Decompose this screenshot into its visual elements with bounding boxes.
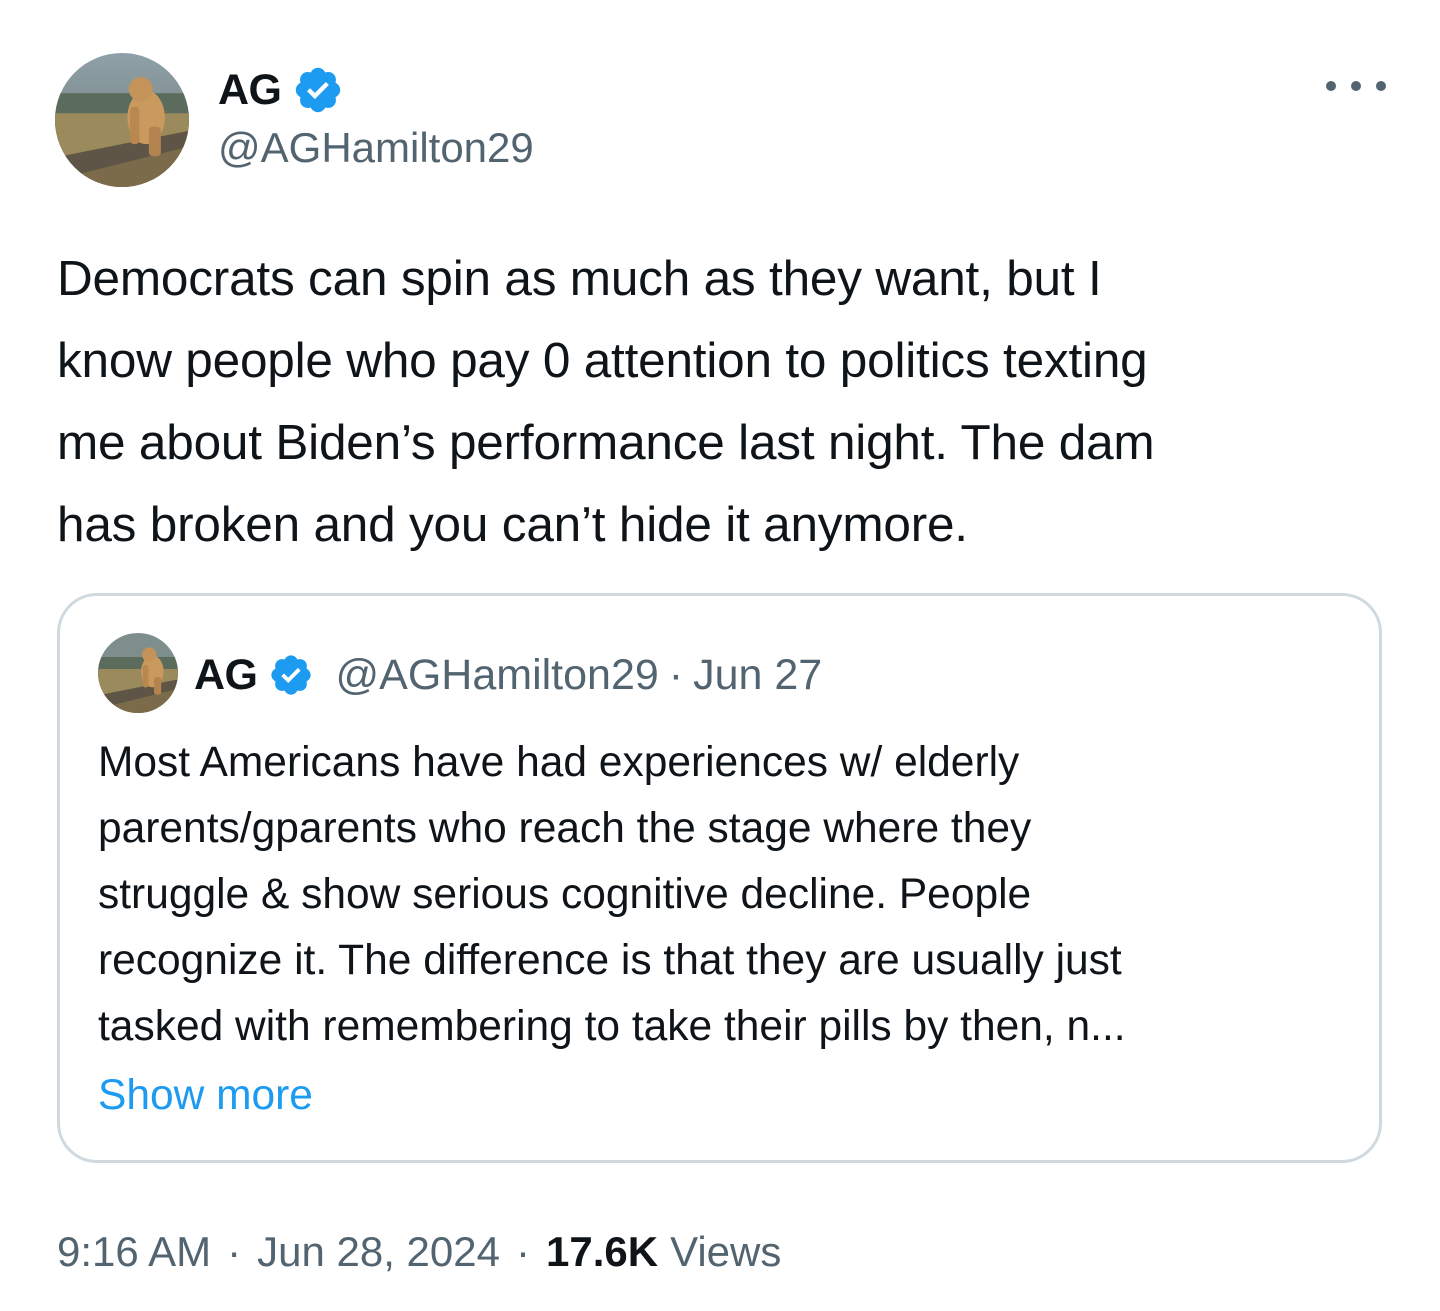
quoted-tweet-text: Most Americans have had experiences w/ e…	[98, 739, 1126, 1050]
author-handle[interactable]: @AGHamilton29	[218, 124, 534, 172]
more-dot	[1351, 81, 1361, 91]
quoted-tweet-header: AG @AGHamilton29 · Jun 27	[194, 646, 822, 704]
views-count[interactable]: 17.6K	[546, 1228, 658, 1276]
quoted-author-display-name[interactable]: AG	[194, 651, 258, 700]
quoted-author-handle[interactable]: @AGHamilton29	[336, 651, 659, 700]
quoted-author-avatar[interactable]	[98, 633, 178, 713]
more-dots-icon[interactable]	[1326, 66, 1386, 106]
author-name-row: AG	[218, 60, 344, 120]
verified-badge-icon[interactable]	[292, 64, 344, 116]
tweet: AG @AGHamilton29 Democrats can spin as m…	[0, 0, 1440, 1311]
tweet-text: Democrats can spin as much as they want,…	[57, 251, 1155, 552]
tweet-meta: 9:16 AM · Jun 28, 2024 · 17.6K Views	[57, 1222, 781, 1282]
quoted-tweet-card[interactable]: AG @AGHamilton29 · Jun 27 Most Americans…	[57, 593, 1382, 1163]
more-dot	[1376, 81, 1386, 91]
views-label: Views	[670, 1228, 782, 1275]
author-avatar[interactable]	[55, 53, 189, 187]
quoted-tweet-date[interactable]: Jun 27	[693, 651, 822, 700]
more-dot	[1326, 81, 1336, 91]
show-more-link[interactable]: Show more	[98, 1063, 313, 1129]
author-display-name[interactable]: AG	[218, 66, 282, 115]
tweet-date[interactable]: Jun 28, 2024	[257, 1228, 500, 1276]
avatar-photo	[55, 53, 189, 187]
meta-separator-dot: ·	[227, 1228, 242, 1275]
quoted-separator-dot: ·	[668, 650, 684, 699]
tweet-time[interactable]: 9:16 AM	[57, 1228, 211, 1276]
avatar-photo	[98, 633, 178, 713]
verified-badge-icon	[268, 652, 314, 698]
meta-separator-dot: ·	[515, 1228, 530, 1275]
